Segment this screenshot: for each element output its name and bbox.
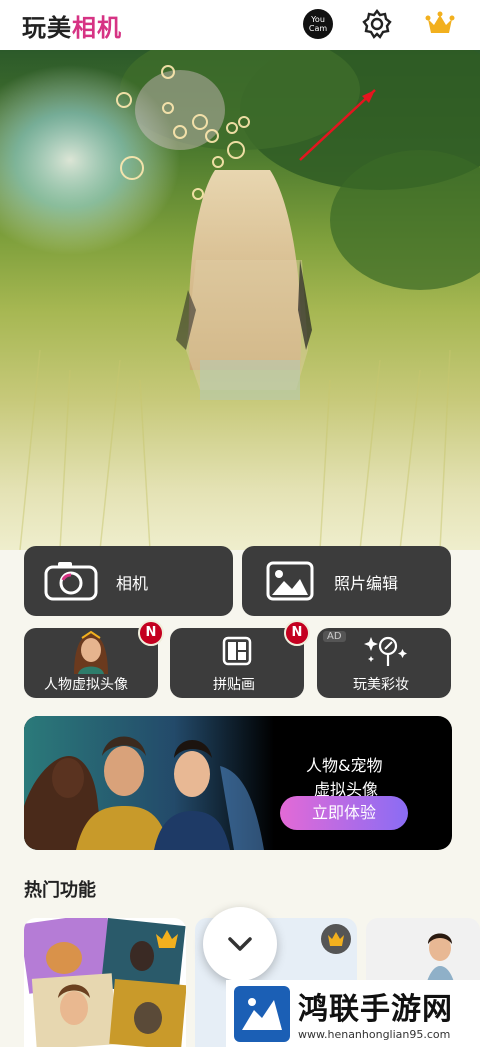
- collage-label: 拼贴画: [213, 677, 255, 693]
- camera-label: 相机: [116, 574, 149, 593]
- collage-icon: [222, 636, 252, 670]
- watermark-url: www.henanhonglian95.com: [298, 1028, 451, 1041]
- makeup-button[interactable]: AD 玩美彩妆: [317, 628, 451, 698]
- logo-text-1: 玩美: [22, 14, 72, 42]
- app-logo: 玩美相机: [22, 8, 122, 43]
- logo-text-2: 相机: [72, 14, 122, 42]
- photo-edit-label: 照片编辑: [334, 574, 399, 593]
- chevron-down-icon: [228, 937, 252, 951]
- watermark-logo-icon: [234, 986, 290, 1046]
- feature-card-ai-avatar[interactable]: [24, 918, 186, 1047]
- svg-text:Cam: Cam: [309, 24, 327, 33]
- new-badge: N: [284, 620, 310, 646]
- new-badge: N: [138, 620, 164, 646]
- ad-badge: AD: [323, 631, 346, 642]
- image-icon: [266, 561, 314, 605]
- crown-badge: [321, 924, 351, 954]
- avatar-label: 人物虚拟头像: [44, 677, 128, 693]
- banner-artwork: [24, 716, 274, 850]
- site-watermark: 鸿联手游网 www.henanhonglian95.com: [226, 980, 480, 1047]
- crown-icon[interactable]: [424, 8, 456, 40]
- avatar-thumbnail: [68, 630, 114, 678]
- section-title-hot-features: 热门功能: [24, 880, 96, 901]
- sparkle-brush-icon: [361, 634, 407, 672]
- gear-icon[interactable]: [361, 8, 393, 40]
- try-now-button[interactable]: 立即体验: [280, 796, 408, 830]
- expand-more-button[interactable]: [203, 907, 277, 981]
- crown-icon: [154, 928, 180, 954]
- hero-image: [0, 50, 480, 550]
- collage-button[interactable]: 拼贴画: [170, 628, 304, 698]
- watermark-name: 鸿联手游网: [298, 992, 453, 1027]
- banner-title-1: 人物&宠物: [306, 756, 383, 775]
- camera-icon: [44, 561, 98, 605]
- svg-text:You: You: [310, 15, 325, 24]
- youcam-icon[interactable]: You Cam: [302, 8, 334, 40]
- makeup-label: 玩美彩妆: [353, 677, 409, 693]
- camera-button[interactable]: 相机: [24, 546, 233, 616]
- avatar-button[interactable]: 人物虚拟头像: [24, 628, 158, 698]
- app-header: 玩美相机 You Cam: [0, 0, 480, 50]
- avatar-promo-banner[interactable]: 人物&宠物 虚拟头像 立即体验: [24, 716, 452, 850]
- photo-edit-button[interactable]: 照片编辑: [242, 546, 451, 616]
